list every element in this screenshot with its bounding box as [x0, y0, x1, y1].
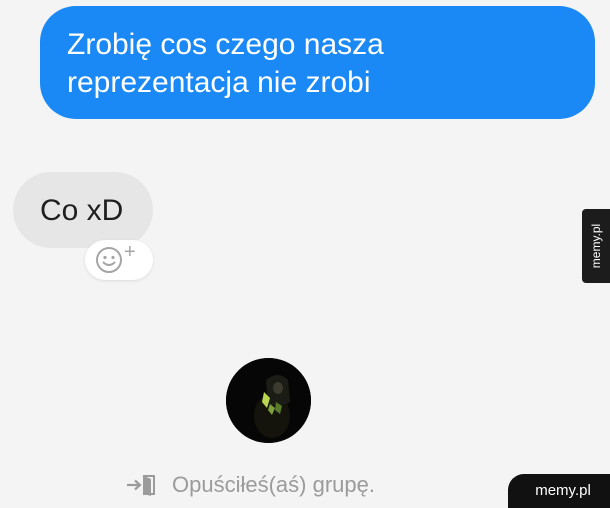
chat-thread: Zrobię cos czego nasza reprezentacja nie…: [0, 0, 610, 508]
outgoing-message-line: reprezentacja nie zrobi: [67, 66, 371, 99]
watermark-side: memy.pl: [582, 209, 610, 283]
exit-door-icon: [127, 475, 155, 496]
group-left-text: Opuściłeś(aś) grupę.: [172, 472, 375, 497]
avatar[interactable]: [226, 358, 311, 443]
plus-icon: +: [124, 241, 136, 263]
outgoing-message-line: Zrobię cos czego nasza: [67, 28, 384, 61]
watermark-corner-text: memy.pl: [535, 482, 591, 499]
group-left-notice: Opuściłeś(aś) grupę.: [126, 470, 375, 500]
outgoing-message-bubble[interactable]: Zrobię cos czego nasza reprezentacja nie…: [40, 6, 595, 119]
watermark-corner: memy.pl: [508, 474, 610, 508]
incoming-message-text: Co xD: [40, 194, 124, 227]
watermark-side-text: memy.pl: [589, 223, 603, 269]
avatar-photo: [226, 358, 311, 443]
incoming-message-bubble[interactable]: Co xD: [13, 172, 153, 248]
add-reaction-button[interactable]: +: [85, 240, 153, 280]
smiley-icon: [96, 247, 122, 273]
